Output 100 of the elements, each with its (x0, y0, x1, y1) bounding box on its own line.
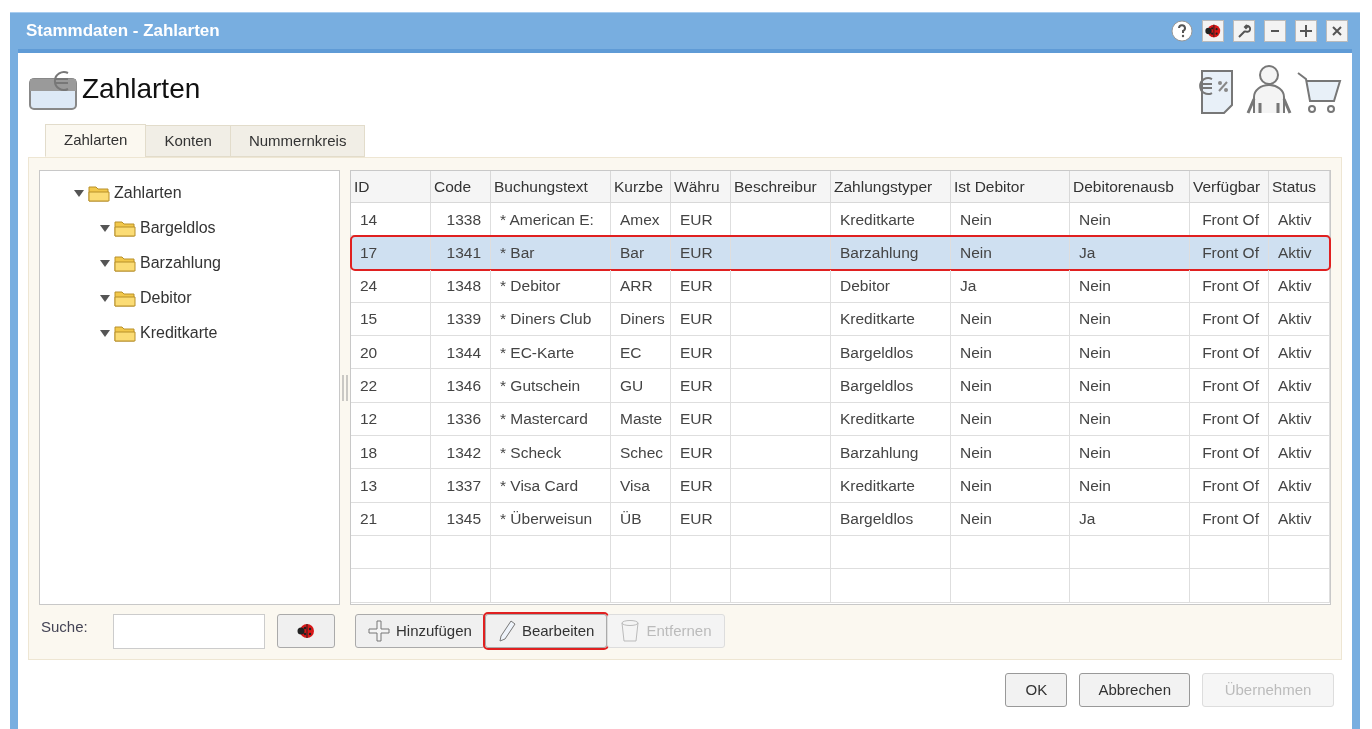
expanded-caret-icon[interactable] (100, 292, 110, 303)
table-row[interactable]: 20 1344 * EC-Karte EC EUR Bargeldlos Nein Nein Front Of Aktiv (351, 336, 1330, 370)
expanded-caret-icon[interactable] (100, 257, 110, 268)
tab[interactable]: Zahlarten (45, 124, 147, 157)
table-cell-text: Kreditkarte (840, 209, 915, 230)
table-cell-text: 12 (360, 409, 378, 430)
column-header[interactable]: Verfügbar (1190, 171, 1269, 202)
column-header[interactable]: Debitorenausb (1070, 171, 1190, 202)
table-cell-text: Front Of (1202, 409, 1259, 430)
ladybug-icon (296, 621, 316, 641)
table-cell-text: 22 (360, 376, 378, 396)
column-header[interactable]: ID (351, 171, 431, 202)
column-header[interactable]: Zahlungstyper (831, 171, 951, 202)
table-cell-text: Nein (960, 442, 992, 463)
expanded-caret-icon[interactable] (74, 187, 84, 198)
tree-item[interactable]: Barzahlung (140, 250, 221, 275)
folder-icon (114, 288, 136, 307)
table-row[interactable]: 17 1341 * Bar Bar EUR Barzahlung Nein Ja Front Of Aktiv (351, 236, 1330, 270)
table-cell-text: GU (620, 376, 644, 396)
table-cell-text: * American E: (500, 209, 594, 230)
edit-button[interactable]: Bearbeiten (484, 614, 608, 648)
table-cell-text: Aktiv (1278, 342, 1312, 363)
column-header[interactable]: Ist Debitor (951, 171, 1070, 202)
table-cell-text: Nein (960, 342, 992, 363)
table-cell-text: Nein (960, 409, 992, 430)
table-cell-text: Front Of (1202, 309, 1259, 330)
table-cell-text: EUR (680, 342, 713, 363)
table-cell-text: Diners (620, 309, 665, 330)
folder-icon (114, 253, 136, 272)
table-cell-text: Bargeldlos (840, 342, 914, 363)
table-cell-text: 1346 (446, 376, 481, 396)
table-cell-text: Barzahlung (840, 242, 919, 263)
table-cell-text: Kreditkarte (840, 409, 915, 430)
column-header[interactable]: Kurzbe (611, 171, 671, 202)
table-cell-text: 1348 (446, 276, 481, 297)
table-row[interactable]: 22 1346 * Gutschein GU EUR Bargeldlos Nein Nein Front Of Aktiv (351, 369, 1330, 403)
expanded-caret-icon[interactable] (100, 222, 110, 233)
wrench-icon (1237, 24, 1251, 38)
column-header[interactable]: Code (431, 171, 491, 202)
table-cell-text: Aktiv (1278, 276, 1312, 297)
table-cell-text: Front Of (1202, 376, 1259, 396)
tab[interactable]: Konten (145, 125, 231, 157)
tab[interactable]: Nummernkreis (229, 125, 366, 157)
minus-icon (1271, 30, 1279, 32)
table-cell-text: Nein (960, 242, 992, 263)
table-cell-text: 18 (360, 442, 378, 463)
table-cell-text: Nein (1079, 442, 1111, 463)
folder-icon (114, 323, 136, 342)
close-button[interactable] (1326, 20, 1348, 42)
table-cell-text: Amex (620, 209, 660, 230)
table-cell-text: Aktiv (1278, 242, 1312, 263)
minimize-button[interactable] (1264, 20, 1286, 42)
table-cell-text: ARR (620, 276, 653, 297)
search-field[interactable] (113, 613, 265, 649)
table-cell-text: Aktiv (1278, 409, 1312, 430)
table-cell-text: Front Of (1202, 342, 1259, 363)
table-row[interactable]: 13 1337 * Visa Card Visa EUR Kreditkarte Nein Nein Front Of Aktiv (351, 469, 1330, 503)
table-cell-text: * EC-Karte (500, 342, 575, 363)
dialog-button[interactable]: OK (1005, 673, 1068, 707)
search-button[interactable] (277, 614, 335, 648)
table-row[interactable]: 12 1336 * Mastercard Maste EUR Kreditkarte Nein Nein Front Of Aktiv (351, 402, 1330, 437)
table-cell-text: Front Of (1202, 276, 1259, 297)
table-cell-text: Front Of (1202, 242, 1259, 263)
tree-item[interactable]: Zahlarten (114, 180, 182, 205)
dialog-button[interactable]: Abbrechen (1079, 673, 1190, 707)
column-header[interactable]: Währu (671, 171, 731, 202)
table-cell-text: EUR (680, 309, 713, 330)
table-cell-text: 1339 (446, 309, 481, 330)
table-cell-text: Aktiv (1278, 509, 1312, 530)
column-header[interactable]: Beschreibur (731, 171, 831, 202)
page-title: Zahlarten (82, 72, 201, 106)
maximize-button[interactable] (1295, 20, 1317, 42)
bug-report-button[interactable] (1202, 20, 1224, 42)
table-cell-text: Front Of (1202, 209, 1259, 230)
table-cell-text: 1337 (446, 475, 481, 496)
table-cell-text: 1336 (446, 409, 481, 430)
tree-item[interactable]: Bargeldlos (140, 215, 216, 240)
table-row[interactable]: 21 1345 * Überweisun ÜB EUR Bargeldlos Nein Ja Front Of Aktiv (351, 502, 1330, 536)
table-row[interactable]: 18 1342 * Scheck Schec EUR Barzahlung Nein Nein Front Of Aktiv (351, 436, 1330, 470)
table-cell-text: * Überweisun (500, 509, 593, 530)
table-cell-text: * Debitor (500, 276, 561, 297)
table-cell-text: 13 (360, 475, 378, 496)
add-button[interactable]: Hinzufügen (355, 614, 485, 648)
tree-item[interactable]: Kreditkarte (140, 320, 218, 345)
column-header[interactable]: Buchungstext (491, 171, 611, 202)
tree-item[interactable]: Debitor (140, 285, 192, 310)
table-row[interactable]: 24 1348 * Debitor ARR EUR Debitor Ja Nein Front Of Aktiv (351, 269, 1330, 303)
person-icon[interactable] (1246, 63, 1292, 115)
table-cell-text: Aktiv (1278, 209, 1312, 230)
settings-button[interactable] (1233, 20, 1255, 42)
help-icon[interactable] (1171, 20, 1193, 42)
column-header[interactable]: Status (1269, 171, 1330, 202)
table-cell-text: Maste (620, 409, 663, 430)
table-cell-text: 21 (360, 509, 378, 530)
table-cell-text: EUR (680, 475, 713, 496)
splitter-handle-icon[interactable] (342, 374, 348, 401)
table-cell-text: Aktiv (1278, 442, 1312, 463)
table-row[interactable]: 15 1339 * Diners Club Diners EUR Kreditkarte Nein Nein Front Of Aktiv (351, 302, 1330, 337)
shopping-cart-icon[interactable] (1296, 69, 1342, 115)
expanded-caret-icon[interactable] (100, 327, 110, 338)
